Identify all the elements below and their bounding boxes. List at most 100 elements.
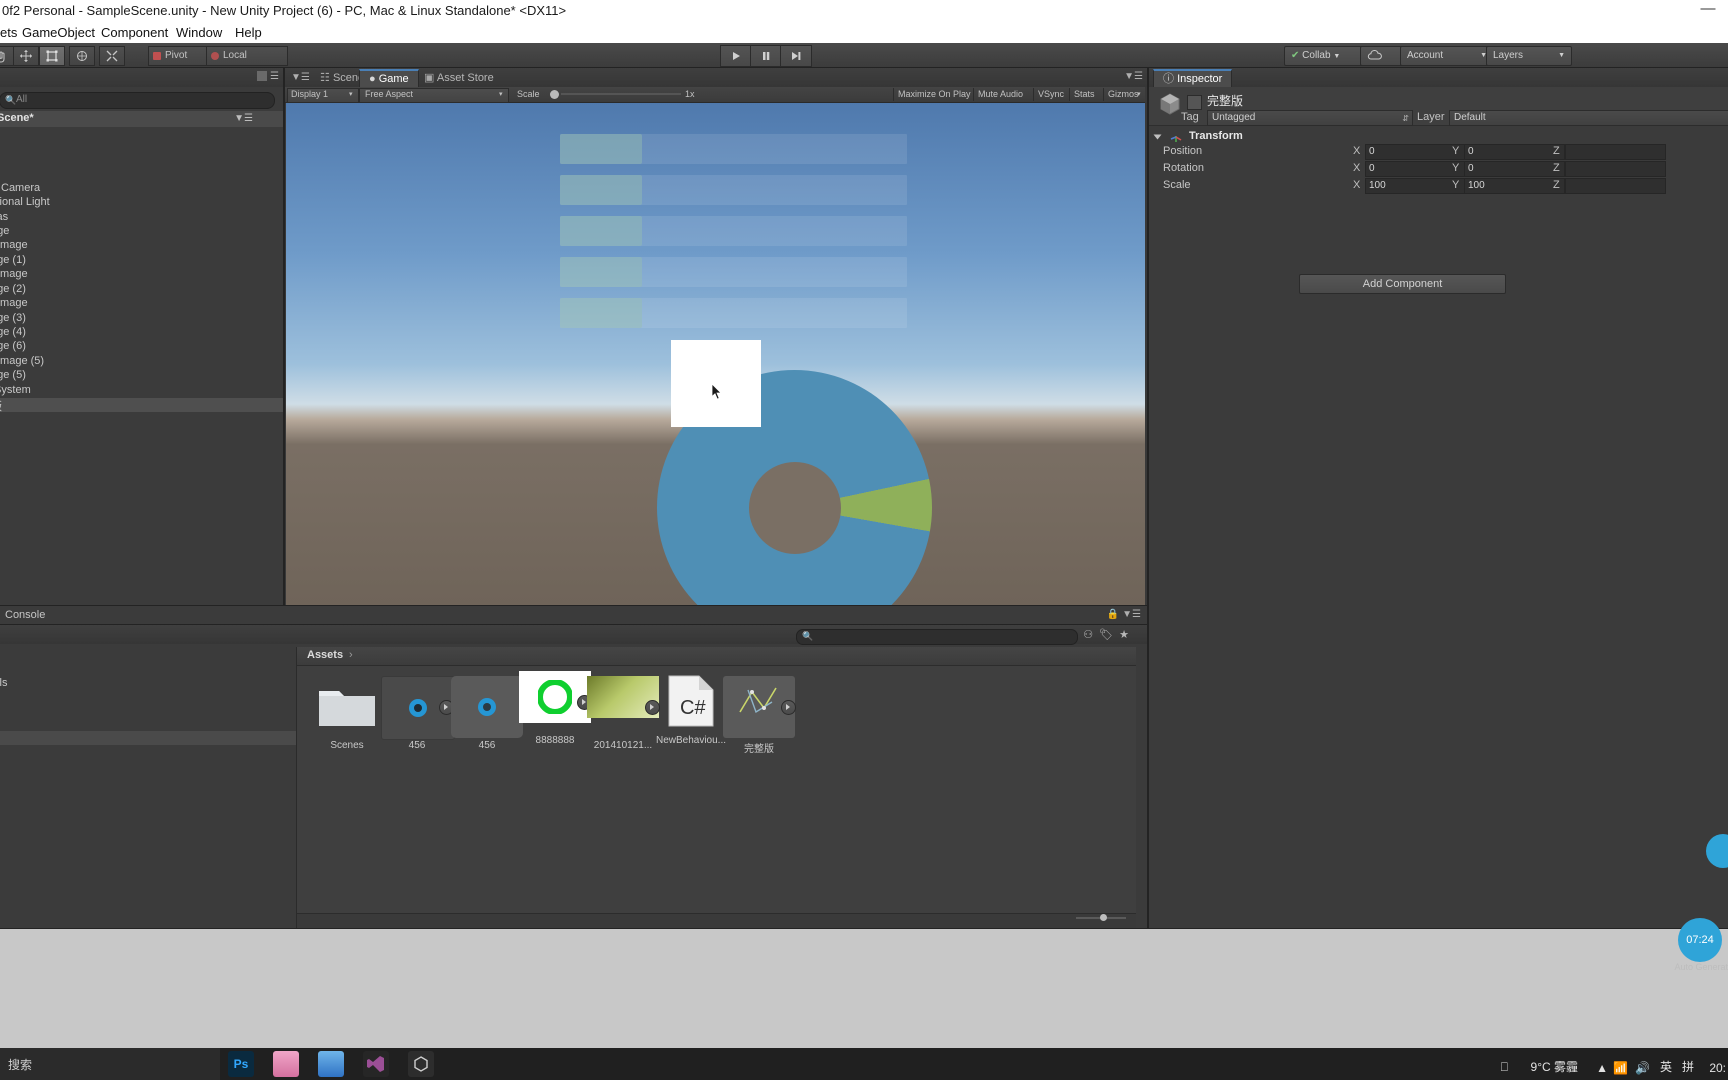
hierarchy-item-image-7[interactable]: age (4) — [0, 326, 283, 340]
hierarchy-options-icon[interactable]: ☰ — [270, 71, 279, 82]
game-render-canvas[interactable] — [286, 103, 1145, 605]
scale-z-field[interactable] — [1565, 178, 1666, 194]
hierarchy-item-image-9[interactable]: Image (5) — [0, 355, 283, 369]
collab-button[interactable]: ✔ Collab ▼ — [1284, 46, 1368, 66]
favorite-icon[interactable]: ★ — [1119, 629, 1135, 641]
hierarchy-lock-icon[interactable] — [257, 71, 267, 81]
hierarchy-item-image-5[interactable]: Image — [0, 297, 283, 311]
network-icon[interactable]: 📶 — [1613, 1061, 1628, 1075]
maximize-on-play-toggle[interactable]: Maximize On Play — [898, 88, 971, 101]
asset-expand-arrow[interactable] — [781, 700, 796, 715]
rotation-y-field[interactable]: 0 — [1464, 161, 1565, 177]
project-tree-item-1[interactable]: s — [0, 692, 296, 706]
gizmos-dropdown[interactable]: Gizmos — [1108, 88, 1139, 101]
project-tree-item-materials[interactable]: ials — [0, 677, 296, 691]
tray-language-icon[interactable]: ⎕ — [1501, 1060, 1508, 1075]
menu-item-help[interactable]: Help — [235, 25, 262, 40]
move-tool-icon[interactable] — [13, 46, 39, 66]
lock-icon[interactable]: 🔒 — [1107, 609, 1119, 620]
menu-item-window[interactable]: Window — [176, 25, 222, 40]
chevron-up-icon[interactable]: ▲ — [1596, 1061, 1608, 1075]
hierarchy-search-input[interactable]: 🔍 All — [0, 92, 275, 109]
gizmos-chevron-icon[interactable]: ▾ — [1137, 88, 1141, 101]
tab-game[interactable]: ● Game — [359, 69, 419, 89]
menu-item-assets[interactable]: ets — [0, 25, 17, 40]
account-button[interactable]: Account ▼ — [1400, 46, 1494, 66]
project-filter-icons[interactable]: ⚇🏷★ — [1083, 628, 1135, 641]
add-component-button[interactable]: Add Component — [1299, 274, 1506, 294]
menu-item-component[interactable]: Component — [101, 25, 168, 40]
zoom-slider[interactable] — [1076, 917, 1126, 919]
transform-tool-icon[interactable] — [69, 46, 95, 66]
ime-mode[interactable]: 拼 — [1682, 1058, 1694, 1075]
step-button[interactable] — [780, 45, 812, 67]
hierarchy-item-image-0[interactable]: age — [0, 225, 283, 239]
display-chevron-icon[interactable]: ▾ — [349, 88, 353, 101]
play-button[interactable] — [720, 45, 752, 67]
gameobject-name-field[interactable]: 完整版 — [1207, 92, 1243, 111]
mute-audio-toggle[interactable]: Mute Audio — [978, 88, 1023, 101]
hierarchy-item-image-1[interactable]: Image — [0, 239, 283, 253]
gameview-options-icon[interactable]: ▼☰ — [1124, 71, 1143, 82]
tag-dropdown[interactable]: Untagged ⇵ — [1207, 110, 1413, 126]
vsync-toggle[interactable]: VSync — [1038, 88, 1064, 101]
scale-x-field[interactable]: 100 — [1365, 178, 1466, 194]
console-menu-icon[interactable]: ▼☰ — [1122, 609, 1141, 620]
taskbar-app-unity[interactable] — [408, 1051, 434, 1077]
gameview-dropdown-icon[interactable]: ▼☰ — [291, 72, 310, 83]
hierarchy-item-directional-light[interactable]: ctional Light — [0, 196, 283, 210]
hand-tool-icon[interactable] — [0, 46, 14, 66]
rotation-z-field[interactable] — [1565, 161, 1666, 177]
project-tree-item-2[interactable]: s — [0, 706, 296, 720]
console-tab-label[interactable]: Console — [5, 609, 45, 621]
tab-asset-store[interactable]: ▣ Asset Store — [415, 69, 503, 87]
menu-item-gameobject[interactable]: GameObject — [22, 25, 95, 40]
hierarchy-scene-row[interactable]: Scene* ▼☰ — [0, 111, 283, 127]
volume-icon[interactable]: 🔊 — [1635, 1061, 1650, 1075]
pause-button[interactable] — [750, 45, 782, 67]
hierarchy-item-image-2[interactable]: age (1) — [0, 254, 283, 268]
breadcrumb-assets[interactable]: Assets — [307, 649, 343, 661]
ime-indicator[interactable]: 英 — [1660, 1058, 1672, 1075]
rect-tool-icon[interactable] — [39, 46, 65, 66]
zoom-slider-knob[interactable] — [1100, 914, 1107, 921]
taskbar-app-visualstudio[interactable] — [363, 1051, 389, 1077]
hierarchy-item-image-4[interactable]: age (2) — [0, 283, 283, 297]
hierarchy-item-image-10[interactable]: age (5) — [0, 369, 283, 383]
hierarchy-item-main-camera[interactable]: Camera — [0, 182, 283, 196]
layer-dropdown[interactable]: Default — [1449, 110, 1728, 126]
tray-weather[interactable]: 9°C 雾霾 — [1531, 1058, 1578, 1075]
gameobject-enabled-checkbox[interactable] — [1187, 95, 1202, 110]
stats-toggle[interactable]: Stats — [1074, 88, 1095, 101]
chevron-down-icon[interactable] — [1154, 135, 1162, 140]
scale-slider-knob[interactable] — [550, 90, 559, 99]
tab-inspector[interactable]: ⓘ Inspector — [1153, 69, 1232, 89]
position-y-field[interactable]: 0 — [1464, 144, 1565, 160]
hierarchy-item-canvas[interactable]: vas — [0, 211, 283, 225]
transform-component-header[interactable]: Transform — [1149, 129, 1728, 145]
position-x-field[interactable]: 0 — [1365, 144, 1466, 160]
label-icon[interactable]: 🏷 — [1099, 629, 1119, 641]
layers-button[interactable]: Layers ▼ — [1486, 46, 1572, 66]
hierarchy-item-image-3[interactable]: Image — [0, 268, 283, 282]
taskbar-app-pink[interactable] — [273, 1051, 299, 1077]
project-search-input[interactable]: 🔍 — [796, 629, 1078, 645]
minimize-button[interactable]: — — [1696, 2, 1720, 18]
scale-slider-track[interactable] — [561, 93, 681, 95]
console-options[interactable]: 🔒 ▼☰ — [1107, 609, 1141, 620]
rotation-x-field[interactable]: 0 — [1365, 161, 1466, 177]
aspect-chevron-icon[interactable]: ▾ — [499, 88, 503, 101]
scale-y-field[interactable]: 100 — [1464, 178, 1565, 194]
local-button[interactable]: Local — [206, 46, 288, 66]
taskbar-app-blue[interactable] — [318, 1051, 344, 1077]
taskbar-search-box[interactable]: 搜索 — [0, 1048, 220, 1080]
project-tree-item-selected[interactable] — [0, 731, 296, 745]
hierarchy-item-image-6[interactable]: age (3) — [0, 312, 283, 326]
position-z-field[interactable] — [1565, 144, 1666, 160]
clock-time[interactable]: 20: — [1709, 1061, 1726, 1075]
scene-menu-icon[interactable]: ▼☰ — [234, 113, 253, 124]
hierarchy-item-image-8[interactable]: age (6) — [0, 340, 283, 354]
hierarchy-item-selected[interactable]: 版 — [0, 398, 283, 412]
hierarchy-item-eventsystem[interactable]: tSystem — [0, 384, 283, 398]
taskbar-app-photoshop[interactable]: Ps — [228, 1051, 254, 1077]
